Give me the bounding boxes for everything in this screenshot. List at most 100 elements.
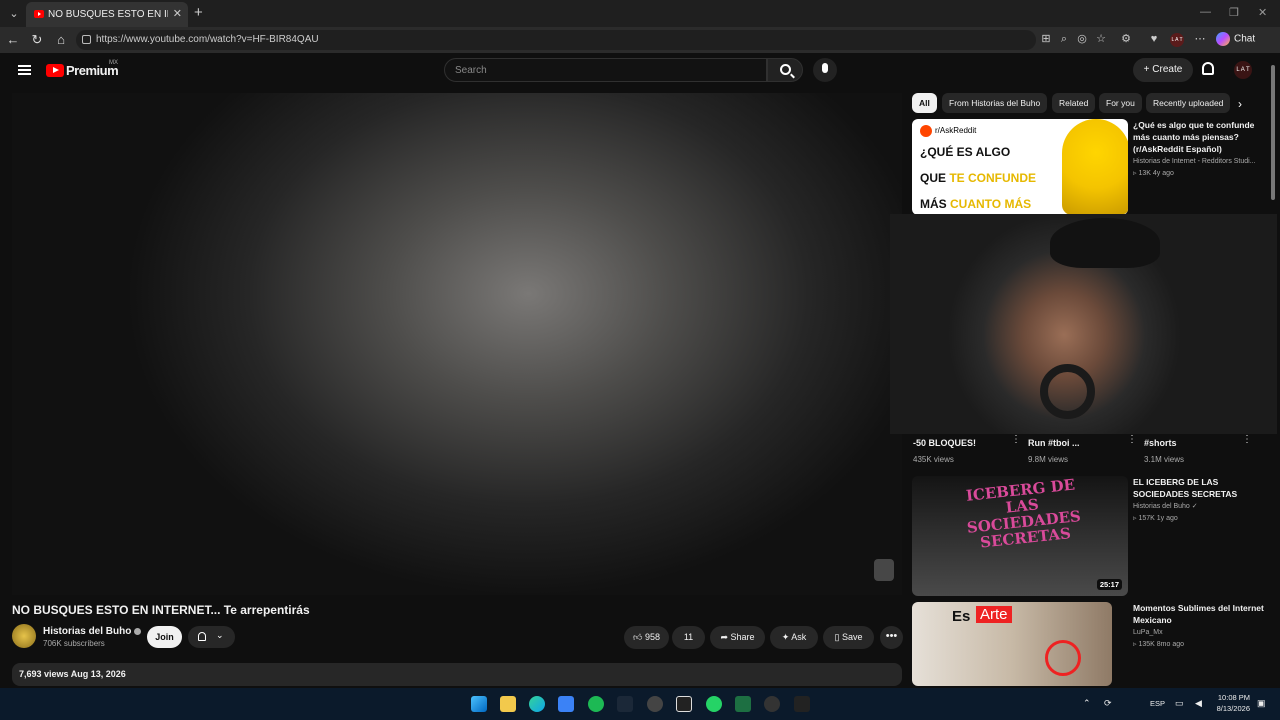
rec-thumbnail-iceberg[interactable]: ICEBERG DE LAS SOCIEDADES SECRETAS 25:17: [912, 476, 1128, 596]
youtube-favicon-icon: [34, 10, 44, 18]
refresh-icon[interactable]: ↻: [29, 32, 45, 48]
browser-profile-avatar[interactable]: L A T: [1170, 33, 1184, 47]
minimize-icon[interactable]: —: [1200, 6, 1211, 18]
maximize-icon[interactable]: ❐: [1229, 6, 1239, 19]
rec-thumbnail-momentos[interactable]: Es Arte: [912, 602, 1112, 686]
short-title-1[interactable]: -50 BLOQUES!: [913, 438, 976, 448]
lock-icon: [82, 35, 91, 44]
search-input[interactable]: Search: [444, 58, 767, 82]
chip-from-channel[interactable]: From Historias del Buho: [942, 93, 1048, 113]
dislike-button[interactable]: 11: [672, 626, 705, 649]
home-icon[interactable]: ⌂: [53, 32, 69, 48]
chat-label: Chat: [1234, 33, 1256, 45]
excel-icon[interactable]: [735, 696, 751, 712]
tracking-prevention-icon[interactable]: ◎: [1076, 33, 1088, 45]
extensions-icon[interactable]: ⚙: [1120, 33, 1132, 45]
thumb-es-text: Es: [952, 608, 971, 625]
obs-icon[interactable]: [647, 696, 663, 712]
thumb-line-3: MÁS CUANTO MÁS: [920, 197, 1031, 211]
rec-channel-iceberg[interactable]: Historias del Buho ✓: [1133, 501, 1268, 512]
rec-channel-askreddit[interactable]: Historias de Internet - Redditors Studi.…: [1133, 156, 1268, 167]
tray-overflow-icon[interactable]: ⌃: [1083, 698, 1091, 709]
whatsapp-icon[interactable]: [706, 696, 722, 712]
back-arrow-icon[interactable]: ←: [5, 32, 21, 48]
rec-title-iceberg[interactable]: EL ICEBERG DE LAS SOCIEDADES SECRETAS: [1133, 476, 1268, 500]
rec-channel-momentos[interactable]: LuPa_Mx: [1133, 627, 1268, 638]
video-player[interactable]: [12, 93, 902, 595]
browser-tab-active[interactable]: NO BUSQUES ESTO EN INTERNET ✕: [26, 2, 188, 27]
zoom-icon[interactable]: ⌕: [1058, 33, 1070, 45]
share-button[interactable]: ➦ Share: [710, 626, 765, 649]
rec-title-momentos[interactable]: Momentos Sublimes del Internet Mexicano: [1133, 602, 1268, 626]
voice-search-button[interactable]: [813, 58, 837, 82]
short-more-2-icon[interactable]: ⋮: [1127, 434, 1137, 445]
language-indicator[interactable]: ESP: [1150, 699, 1165, 708]
subscribed-notifications-button[interactable]: ⌄: [188, 626, 235, 648]
tab-title: NO BUSQUES ESTO EN INTERNET: [48, 9, 168, 20]
chips-next-chevron-icon[interactable]: ›: [1238, 97, 1242, 111]
like-button[interactable]: 👍︎ 958: [624, 626, 669, 649]
duration-badge: 25:17: [1096, 579, 1122, 590]
windows-start-icon[interactable]: [471, 696, 487, 712]
network-icon[interactable]: ▭: [1175, 698, 1184, 709]
browser-essentials-icon[interactable]: ♥: [1148, 33, 1160, 45]
join-button[interactable]: Join: [147, 626, 182, 648]
app-available-icon[interactable]: ⊞: [1040, 33, 1052, 45]
chip-recently-uploaded[interactable]: Recently uploaded: [1146, 93, 1231, 113]
notification-center-icon[interactable]: ▣: [1257, 698, 1266, 709]
favorite-star-icon[interactable]: ☆: [1095, 33, 1107, 45]
copilot-chat-button[interactable]: Chat: [1216, 32, 1255, 48]
tab-list-chevron-icon[interactable]: ⌄: [6, 6, 22, 22]
short-title-3[interactable]: #shorts: [1144, 438, 1177, 448]
menu-hamburger-icon[interactable]: [18, 65, 31, 75]
description-box[interactable]: 7,693 views Aug 13, 2026: [12, 663, 902, 686]
file-explorer-icon[interactable]: [500, 696, 516, 712]
settings-more-icon[interactable]: ⋯: [1194, 33, 1206, 45]
short-title-2[interactable]: Run #tboi ...: [1028, 438, 1080, 448]
account-avatar[interactable]: L A T: [1234, 61, 1252, 79]
create-button[interactable]: + Create: [1133, 58, 1193, 82]
url-field[interactable]: https://www.youtube.com/watch?v=HF-BIR84…: [76, 30, 1036, 50]
app-clock-icon[interactable]: [764, 696, 780, 712]
thumb-line-2-b: TE CONFUNDE: [949, 171, 1037, 185]
edge-browser-icon[interactable]: [529, 696, 545, 712]
channel-watermark-icon[interactable]: [874, 559, 894, 581]
short-views-1: 435K views: [913, 455, 954, 464]
tray-sync-icon[interactable]: ⟳: [1104, 698, 1112, 709]
channel-name-text: Historias del Buho: [43, 626, 132, 637]
channel-avatar[interactable]: [12, 624, 36, 648]
chip-related[interactable]: Related: [1052, 93, 1096, 113]
steam-icon[interactable]: [617, 696, 633, 712]
thumb-line-1: ¿QUÉ ES ALGO: [920, 145, 1011, 159]
volume-icon[interactable]: ◀: [1195, 698, 1202, 709]
notifications-bell-icon[interactable]: [1202, 62, 1214, 75]
youtube-logo-icon[interactable]: [46, 64, 64, 77]
rec-meta-momentos: ▹ 135K 8mo ago: [1133, 641, 1184, 648]
views-and-date: 7,693 views Aug 13, 2026: [19, 669, 126, 679]
tab-close-icon[interactable]: ✕: [173, 7, 182, 20]
rec-thumbnail-askreddit[interactable]: r/AskReddit ¿QUÉ ES ALGO QUE TE CONFUNDE…: [912, 119, 1128, 215]
save-label: Save: [841, 632, 863, 642]
capcut-icon[interactable]: [794, 696, 810, 712]
webcam-overlay: [890, 214, 1277, 434]
window-close-icon[interactable]: ✕: [1258, 6, 1267, 19]
new-tab-button[interactable]: +: [194, 4, 203, 21]
ask-button[interactable]: ✦ Ask: [770, 626, 818, 649]
chip-all[interactable]: All: [912, 93, 937, 113]
spotify-icon[interactable]: [588, 696, 604, 712]
clock-time[interactable]: 10:08 PM: [1214, 693, 1250, 702]
store-icon[interactable]: [558, 696, 574, 712]
chatgpt-icon[interactable]: [676, 696, 692, 712]
clock-date[interactable]: 8/13/2026: [1210, 704, 1250, 713]
short-more-3-icon[interactable]: ⋮: [1242, 434, 1252, 445]
thumb-line-3-a: MÁS: [920, 197, 950, 211]
channel-name[interactable]: Historias del Buho: [43, 626, 142, 637]
subscriber-count: 706K subscribers: [43, 639, 105, 648]
save-button[interactable]: ▯ Save: [823, 626, 874, 649]
page-scrollbar[interactable]: [1271, 65, 1275, 200]
short-more-1-icon[interactable]: ⋮: [1011, 434, 1021, 445]
search-button[interactable]: [767, 58, 803, 82]
rec-title-askreddit[interactable]: ¿Qué es algo que te confunde más cuanto …: [1133, 119, 1268, 155]
more-actions-button[interactable]: •••: [880, 626, 903, 649]
chip-for-you[interactable]: For you: [1099, 93, 1142, 113]
